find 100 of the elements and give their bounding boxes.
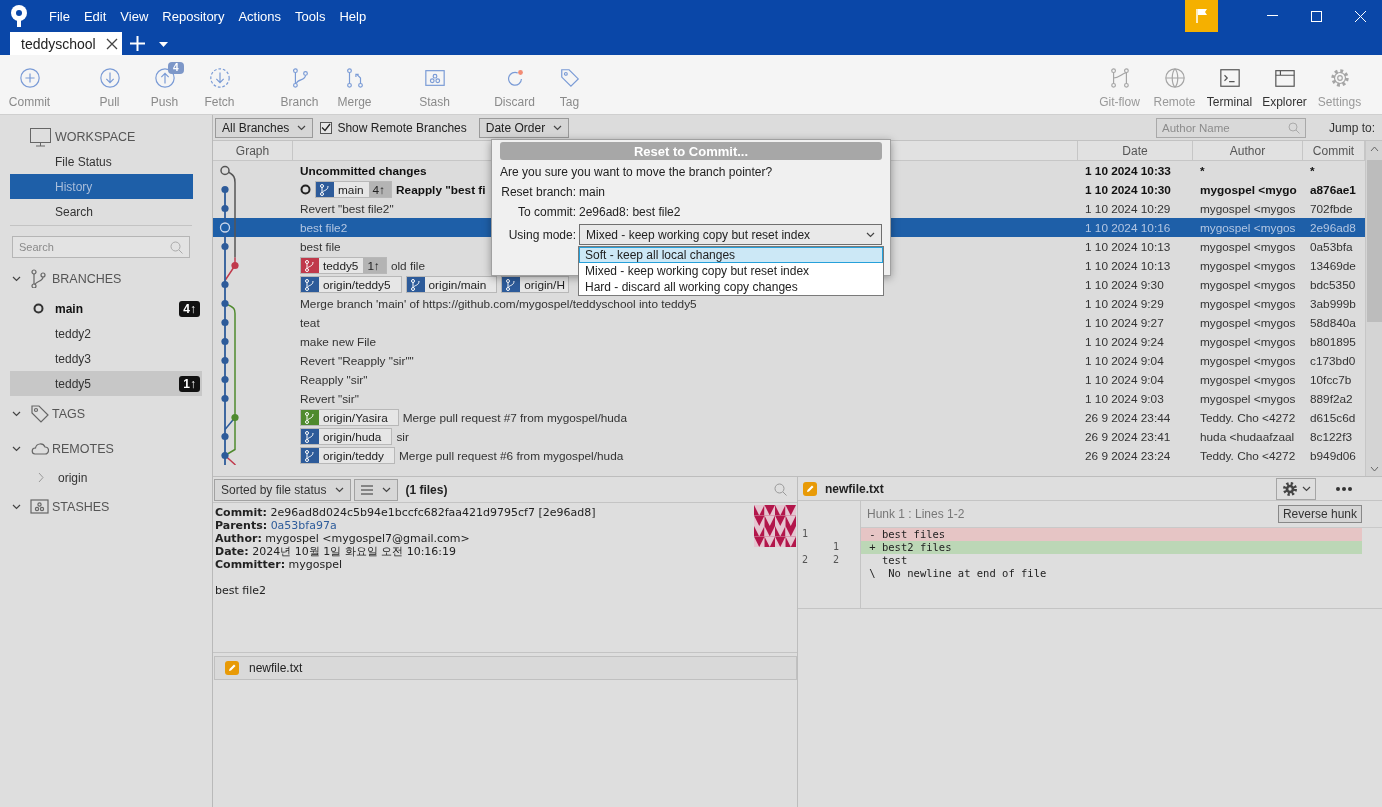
date-cell-text: 1 10 2024 9:24 xyxy=(1084,334,1165,349)
field-value: main xyxy=(579,185,606,199)
branch-name: origin/Yasira xyxy=(322,410,389,425)
branch-name: origin/H xyxy=(523,277,566,292)
commit-hash-cell-text: a876ae1 xyxy=(1309,182,1357,197)
author-cell-text: mygospel <mygos xyxy=(1199,239,1297,254)
branch-name: main xyxy=(337,182,365,197)
date-cell-text: 1 10 2024 10:13 xyxy=(1084,258,1172,273)
commit-detail-line: Commit: 2e96ad8d024c5b94e1bccfc682faa421d9795cf7 [2e96ad8] xyxy=(215,506,597,519)
author-cell-text: mygospel <mygos xyxy=(1199,334,1297,349)
commit-detail-line: Author: mygospel <mygospel7@gmail.com> xyxy=(215,532,471,545)
date-cell-text: 1 10 2024 10:16 xyxy=(1084,220,1172,235)
ahead-count: 1↑ xyxy=(363,258,386,273)
author-cell-text: * xyxy=(1199,163,1206,178)
commit-message: Reapply "best fi xyxy=(396,182,486,197)
author-cell-text: mygospel <mygos xyxy=(1199,296,1297,311)
commit-hash-cell-text: 58d840a xyxy=(1309,315,1357,330)
commit-hash-cell-text: 2e96ad8 xyxy=(1309,220,1357,235)
branch-name: teddy3 xyxy=(55,351,93,366)
line-number: 1 xyxy=(801,528,809,539)
commit-detail-line: Date: 2024년 10월 1일 화요일 오전 10:16:19 xyxy=(215,545,458,558)
date-cell-text: 1 10 2024 10:30 xyxy=(1084,182,1172,197)
line-number: 2 xyxy=(832,554,840,565)
author-cell-text: mygospel <mygos xyxy=(1199,315,1297,330)
commit-message: sir xyxy=(396,429,409,444)
commit-hash-cell-text: c173bd0 xyxy=(1309,353,1357,368)
commit-message: Revert "Reapply "sir"" xyxy=(300,353,414,368)
commit-message: Reapply "sir" xyxy=(300,372,368,387)
commit-hash-cell-text: b949d06 xyxy=(1309,448,1357,463)
file-name: newfile.txt xyxy=(825,481,885,496)
commit-hash-cell-text: 889f2a2 xyxy=(1309,391,1354,406)
section-header: WORKSPACE xyxy=(55,130,136,144)
date-cell-text: 1 10 2024 9:30 xyxy=(1084,277,1165,292)
author-cell-text: Teddy. Cho <4272 xyxy=(1199,448,1297,463)
date-cell-text: 1 10 2024 9:03 xyxy=(1084,391,1165,406)
commit-hash-cell-text: 13469de xyxy=(1309,258,1357,273)
branch-name: origin/main xyxy=(427,277,488,292)
commit-detail-line: Committer: mygospel xyxy=(215,558,344,571)
commit-message: old file xyxy=(390,258,425,273)
author-cell-text: mygospel <mygos xyxy=(1199,353,1297,368)
commit-message: best file2 xyxy=(215,584,268,597)
commit-hash-cell-text: d615c6d xyxy=(1309,410,1357,425)
dialog-question: Are you sure you want to move the branch pointer? xyxy=(500,164,774,180)
commit-message: Merge branch 'main' of https://github.com/mygospel/teddyschool into teddy5 xyxy=(300,296,697,311)
ahead-badge: 4↑ xyxy=(179,300,200,317)
author-cell-text: Teddy. Cho <4272 xyxy=(1199,410,1297,425)
commit-hash-cell-text: 8c122f3 xyxy=(1309,429,1353,444)
branch-name: teddy5 xyxy=(322,258,360,273)
commit-message: Merge pull request #7 from mygospel/huda xyxy=(402,410,627,425)
dialog-title: Reset to Commit... xyxy=(500,142,882,160)
line-number: 1 xyxy=(832,541,840,552)
date-cell-text: 1 10 2024 9:04 xyxy=(1084,353,1165,368)
commit-message: teat xyxy=(300,315,320,330)
commit-hash-cell-text: * xyxy=(1309,163,1316,178)
date-cell-text: 26 9 2024 23:41 xyxy=(1084,429,1172,444)
branch-name: origin/huda xyxy=(322,429,383,444)
commit-hash-cell-text: 702fbde xyxy=(1309,201,1354,216)
author-cell-text: huda <hudaafzaal xyxy=(1199,429,1296,444)
count-badge: 4 xyxy=(168,62,184,74)
field-label: To commit: xyxy=(517,205,576,219)
author-cell-text: mygospel <mygos xyxy=(1199,201,1297,216)
parent-commit-line: Parents: 0a53bfa97a xyxy=(215,519,338,532)
author-cell-text: mygospel <mygos xyxy=(1199,372,1297,387)
hunk-header: Hunk 1 : Lines 1-2 xyxy=(867,507,965,521)
date-cell-text: 1 10 2024 9:04 xyxy=(1084,372,1165,387)
file-count: (1 files) xyxy=(405,482,449,497)
date-cell-text: 1 10 2024 10:33 xyxy=(1084,163,1172,178)
ahead-badge: 1↑ xyxy=(179,375,200,392)
commit-message: Revert "sir" xyxy=(300,391,359,406)
author-cell-text: mygospel <mygos xyxy=(1199,391,1297,406)
diff-line: test xyxy=(880,554,909,567)
author-cell-text: mygospel <mygos xyxy=(1199,277,1297,292)
date-cell-text: 26 9 2024 23:44 xyxy=(1084,410,1172,425)
file-name: newfile.txt xyxy=(249,661,303,675)
commit-hash-cell-text: 3ab999b xyxy=(1309,296,1357,311)
field-label: Reset branch: xyxy=(500,185,576,199)
author-cell-text: mygospel <mygo xyxy=(1199,182,1298,197)
date-cell-text: 26 9 2024 23:24 xyxy=(1084,448,1172,463)
commit-message: make new File xyxy=(300,334,377,349)
branch-name: origin/teddy5 xyxy=(322,277,392,292)
branch-name: origin/teddy xyxy=(322,448,385,463)
date-cell-text: 1 10 2024 9:27 xyxy=(1084,315,1165,330)
commit-hash-cell-text: 10fcc7b xyxy=(1309,372,1353,387)
author-cell-text: mygospel <mygos xyxy=(1199,258,1297,273)
author-cell-text: mygospel <mygos xyxy=(1199,220,1297,235)
date-cell-text: 1 10 2024 10:29 xyxy=(1084,201,1172,216)
branch-name: teddy2 xyxy=(55,326,93,341)
commit-hash-cell-text: b801895 xyxy=(1309,334,1357,349)
jump-to-label: Jump to: xyxy=(1328,120,1375,135)
date-cell-text: 1 10 2024 10:13 xyxy=(1084,239,1172,254)
ahead-count: 4↑ xyxy=(368,182,392,197)
commit-hash-cell-text: bdc5350 xyxy=(1309,277,1357,292)
diff-line: \ No newline at end of file xyxy=(868,567,1048,580)
commit-message: best file xyxy=(300,239,341,254)
commit-message: Merge pull request #6 from mygospel/huda xyxy=(399,448,624,463)
date-cell-text: 1 10 2024 9:29 xyxy=(1084,296,1165,311)
field-label: Using mode: xyxy=(507,227,576,242)
field-value: 2e96ad8: best file2 xyxy=(579,205,682,219)
commit-message: best file2 xyxy=(300,220,348,235)
commit-hash-cell-text: 0a53bfa xyxy=(1309,239,1354,254)
